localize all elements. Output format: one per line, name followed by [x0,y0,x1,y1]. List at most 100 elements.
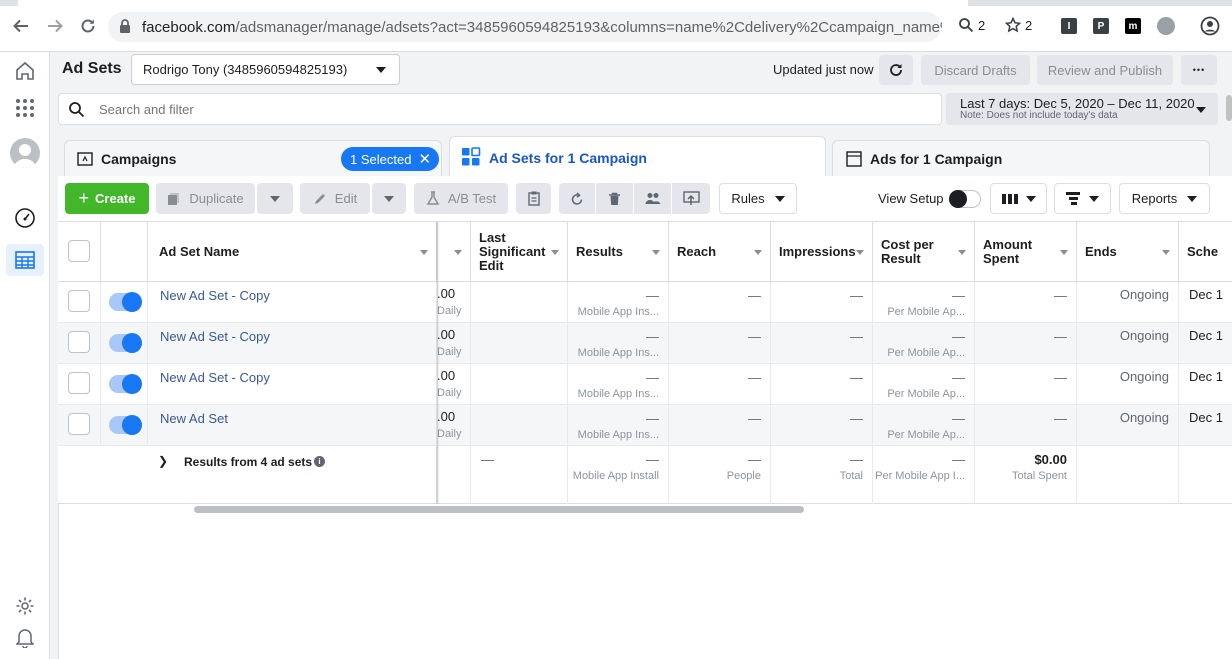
settings-gear-icon[interactable] [12,593,38,619]
table-row[interactable]: New Ad Set .00 Daily — Mobile App Ins... —… [58,405,1232,446]
column-label: Reach [677,244,717,259]
profile-icon[interactable] [1200,16,1220,36]
flask-icon [426,191,440,205]
refresh-button[interactable] [879,55,913,85]
table-row[interactable]: New Ad Set - Copy .00 Daily — Mobile App I… [58,282,1232,323]
ab-test-button[interactable]: A/B Test [414,183,508,214]
search-filter-bar[interactable] [58,93,942,125]
table-row[interactable]: New Ad Set - Copy .00 Daily — Mobile App I… [58,323,1232,364]
horizontal-scrollbar-thumb[interactable] [194,506,804,513]
url-text: facebook.com/adsmanager/manage/adsets?ac… [142,19,942,36]
tab-ads[interactable]: Ads for 1 Campaign [832,140,1210,176]
reports-dropdown[interactable]: Reports [1119,183,1210,214]
clipboard-button[interactable] [516,183,551,214]
row-checkbox[interactable] [68,331,90,353]
selected-count-badge[interactable]: 1 Selected ✕ [341,147,440,171]
edit-button[interactable]: Edit [300,183,370,214]
results-value: — [646,288,659,303]
performance-gauge-icon[interactable] [12,205,38,231]
row-checkbox[interactable] [68,372,90,394]
tab-campaigns[interactable]: Campaigns 1 Selected ✕ [64,140,442,176]
column-label: Ends [1085,244,1117,259]
delete-button[interactable] [596,183,633,214]
extension-globe-icon[interactable] [1157,17,1175,35]
zoom-indicator[interactable]: 2 [958,17,985,33]
column-header-amount-spent[interactable]: Amount Spent [975,222,1077,282]
review-and-publish-button[interactable]: Review and Publish [1037,55,1173,85]
tab-ads-label: Ads for 1 Campaign [870,151,1003,167]
info-icon[interactable]: i [314,456,325,467]
clear-selection-icon[interactable]: ✕ [418,150,431,168]
delivery-toggle[interactable] [109,333,142,353]
extension-m-icon[interactable]: m [1125,18,1141,34]
duplicate-dropdown-button[interactable] [257,183,293,214]
all-tools-icon[interactable] [12,95,38,121]
ads-manager-table-icon[interactable] [6,244,44,276]
lock-icon[interactable] [118,18,132,34]
duplicate-label: Duplicate [189,191,244,206]
page-scrollbar-thumb[interactable] [1226,95,1232,121]
column-header-ends[interactable]: Ends [1077,222,1179,282]
table-row[interactable]: New Ad Set - Copy .00 Daily — Mobile App I… [58,364,1232,405]
tab-campaigns-label: Campaigns [101,151,177,167]
duplicate-button[interactable]: Duplicate [156,183,255,214]
extension-i-icon[interactable]: I [1061,18,1077,34]
breakdown-dropdown[interactable] [1054,183,1111,214]
reload-icon[interactable] [76,14,100,38]
tab-ad-sets[interactable]: Ad Sets for 1 Campaign [449,136,826,176]
audience-button[interactable] [634,183,671,214]
ad-set-name-link[interactable]: New Ad Set - Copy [160,370,270,385]
more-options-button[interactable]: ••• [1181,55,1217,85]
create-button[interactable]: + Create [65,183,149,214]
delivery-toggle[interactable] [109,415,142,435]
cost-value: — [952,370,965,385]
search-input[interactable] [99,99,919,119]
edit-dropdown-button[interactable] [372,183,406,214]
discard-drafts-button[interactable]: Discard Drafts [921,55,1030,85]
row-checkbox[interactable] [68,290,90,312]
ad-set-name-link[interactable]: New Ad Set - Copy [160,288,270,303]
ad-set-name-link[interactable]: New Ad Set - Copy [160,329,270,344]
reports-label: Reports [1131,191,1178,206]
column-header-budget[interactable] [437,222,471,282]
date-range-label: Last 7 days: Dec 5, 2020 – Dec 11, 2020 [960,96,1195,111]
results-type: Mobile App Ins... [577,306,659,318]
home-icon[interactable] [12,58,38,84]
column-header-results[interactable]: Results [568,222,669,282]
cost-type: Per Mobile Ap... [887,429,965,441]
row-checkbox[interactable] [68,413,90,435]
notifications-bell-icon[interactable] [12,625,38,651]
ad-set-name-link[interactable]: New Ad Set [160,411,228,426]
export-preview-button[interactable] [672,183,710,214]
delivery-toggle[interactable] [109,374,142,394]
select-all-checkbox[interactable] [68,240,90,262]
column-header-ad-set-name[interactable]: Ad Set Name [148,222,437,282]
revert-button[interactable] [559,183,595,214]
avatar[interactable] [10,138,40,168]
people-icon [645,193,660,204]
bookmark-star[interactable]: 2 [1005,17,1032,33]
delivery-toggle[interactable] [109,292,142,312]
forward-icon[interactable] [43,14,67,38]
column-header-last-edit[interactable]: Last Significant Edit [471,222,568,282]
rules-dropdown[interactable]: Rules [719,183,797,214]
extension-p-icon[interactable]: P [1093,18,1109,34]
breakdown-icon [1066,192,1080,205]
column-header-impressions[interactable]: Impressions [771,222,873,282]
duplicate-icon [168,192,180,205]
column-header-schedule[interactable]: Sche [1179,222,1232,282]
column-header-cost-per-result[interactable]: Cost per Result [873,222,975,282]
columns-dropdown[interactable] [990,183,1047,214]
back-icon[interactable] [9,14,33,38]
zoom-icon [959,18,974,33]
expand-chevron-icon[interactable]: ❯ [158,454,168,468]
account-selector[interactable]: Rodrigo Tony (3485960594825193) [131,54,400,85]
schedule-value: Dec 1 [1189,287,1223,302]
summary-impressions: — [850,452,863,467]
column-header-reach[interactable]: Reach [669,222,771,282]
tab-ad-sets-label: Ad Sets for 1 Campaign [489,150,647,166]
date-range-picker[interactable]: Last 7 days: Dec 5, 2020 – Dec 11, 2020 … [946,93,1218,125]
view-setup-toggle[interactable] [949,190,981,208]
impressions-value: — [850,329,863,344]
summary-amount: $0.00 [1034,452,1067,467]
